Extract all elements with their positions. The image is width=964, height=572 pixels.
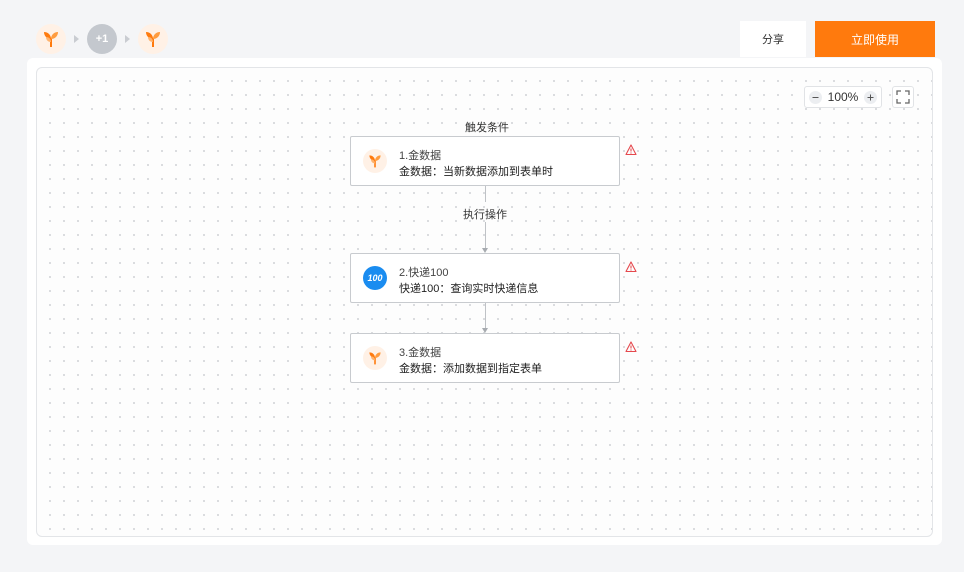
connector-line	[485, 222, 486, 249]
fullscreen-button[interactable]	[892, 86, 914, 108]
warning-icon	[625, 261, 637, 273]
trigger-label: 触发条件	[465, 122, 509, 134]
zoom-in-button[interactable]	[863, 90, 877, 104]
minus-icon	[812, 96, 819, 98]
jinshuju-app-icon	[36, 24, 66, 54]
jinshuju-app-icon	[138, 24, 168, 54]
node-description: 金数据：当新数据添加到表单时	[399, 166, 553, 178]
connector-line	[485, 186, 486, 202]
chevron-right-icon	[74, 35, 79, 43]
more-apps-badge: +1	[87, 24, 117, 54]
zoom-level: 100%	[827, 90, 859, 104]
app-flow-summary: +1	[36, 24, 168, 54]
svg-text:100: 100	[367, 273, 382, 283]
node-title: 2.快递100	[399, 267, 449, 279]
jinshuju-icon	[363, 346, 387, 370]
node-description: 金数据：添加数据到指定表单	[399, 363, 542, 375]
use-now-button[interactable]: 立即使用	[815, 21, 935, 57]
connector-line	[485, 303, 486, 329]
flow-node-1[interactable]: 1.金数据 金数据：当新数据添加到表单时	[350, 136, 620, 186]
fullscreen-icon	[896, 90, 910, 104]
share-button[interactable]: 分享	[740, 21, 806, 57]
zoom-out-button[interactable]	[809, 90, 822, 104]
node-title: 1.金数据	[399, 150, 442, 162]
zoom-control: 100%	[804, 86, 882, 108]
node-title: 3.金数据	[399, 347, 442, 359]
flow-node-2[interactable]: 100 2.快递100 快递100：查询实时快递信息	[350, 253, 620, 303]
action-label: 执行操作	[463, 209, 507, 221]
kuaidi100-icon: 100	[363, 266, 387, 290]
jinshuju-icon	[363, 149, 387, 173]
warning-icon	[625, 341, 637, 353]
warning-icon	[625, 144, 637, 156]
chevron-right-icon	[125, 35, 130, 43]
plus-icon	[867, 94, 874, 100]
node-description: 快递100：查询实时快递信息	[399, 283, 539, 295]
flow-node-3[interactable]: 3.金数据 金数据：添加数据到指定表单	[350, 333, 620, 383]
